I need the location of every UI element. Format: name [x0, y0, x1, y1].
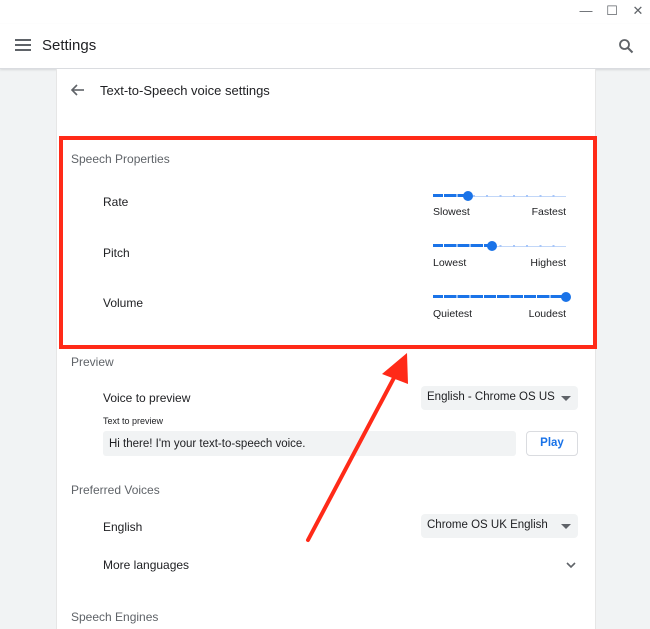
annotation-arrow-icon	[306, 353, 408, 542]
